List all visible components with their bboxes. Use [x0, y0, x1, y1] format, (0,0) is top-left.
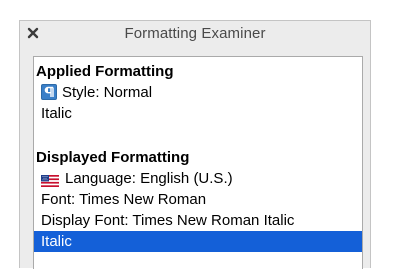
style-label: Style: Normal — [62, 84, 153, 101]
list-item-language[interactable]: Language: English (U.S.) — [34, 168, 362, 189]
paragraph-style-icon — [41, 83, 57, 100]
list-item-italic-displayed-selected[interactable]: Italic — [34, 231, 362, 252]
window-title: Formatting Examiner — [124, 25, 266, 42]
displayed-formatting-heading: Displayed Formatting — [36, 149, 190, 166]
list-item-font[interactable]: Font: Times New Roman — [34, 189, 362, 210]
formatting-examiner-panel: Formatting Examiner Applied Formatting S… — [19, 20, 371, 269]
us-flag-icon — [41, 172, 59, 187]
list-item-italic-applied[interactable]: Italic — [34, 103, 362, 124]
list-item-style[interactable]: Style: Normal — [34, 82, 362, 103]
language-label: Language: English (U.S.) — [65, 170, 233, 187]
list-item-display-font[interactable]: Display Font: Times New Roman Italic — [34, 210, 362, 231]
title-bar: Formatting Examiner — [20, 21, 370, 46]
applied-formatting-heading: Applied Formatting — [36, 63, 174, 80]
formatting-list[interactable]: Applied Formatting Style: Normal Italic … — [33, 56, 363, 269]
